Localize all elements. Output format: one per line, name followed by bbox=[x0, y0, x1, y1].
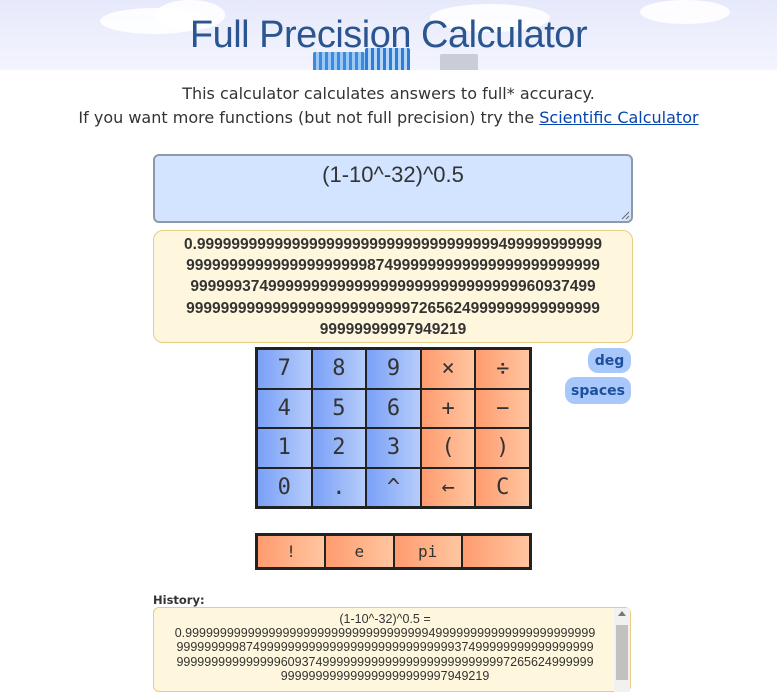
key-pi[interactable]: pi bbox=[393, 535, 462, 568]
key-3[interactable]: 3 bbox=[366, 428, 421, 468]
expression-input[interactable]: (1-10^-32)^0.5 bbox=[153, 154, 633, 223]
key-e[interactable]: e bbox=[325, 535, 394, 568]
resize-grip-icon[interactable] bbox=[620, 210, 630, 220]
result-output: 0.99999999999999999999999999999999999499… bbox=[153, 230, 633, 343]
key-minus[interactable]: − bbox=[475, 388, 530, 428]
history-line: 999999999999999999999997949219 bbox=[280, 668, 490, 683]
key-1[interactable]: 1 bbox=[257, 428, 312, 468]
intro-line-link: If you want more functions (but not full… bbox=[0, 108, 777, 127]
history-line: (1-10^-32)^0.5 = bbox=[339, 612, 431, 626]
key-4[interactable]: 4 bbox=[257, 388, 312, 428]
history-label: History: bbox=[153, 593, 205, 607]
key-0[interactable]: 0 bbox=[257, 467, 312, 507]
key-2[interactable]: 2 bbox=[311, 428, 367, 468]
key-power[interactable]: ^ bbox=[366, 467, 421, 507]
history-line: 0.99999999999999999999999999999999999499… bbox=[174, 626, 596, 641]
key-open-paren[interactable]: ( bbox=[420, 428, 476, 468]
key-divide[interactable]: ÷ bbox=[475, 349, 530, 389]
header-banner: Full Precision Calculator bbox=[0, 0, 777, 70]
key-multiply[interactable]: × bbox=[420, 349, 476, 389]
key-8[interactable]: 8 bbox=[311, 349, 367, 389]
page-title: Full Precision Calculator bbox=[189, 14, 588, 56]
key-decimal[interactable]: . bbox=[311, 467, 367, 507]
result-line: 0.99999999999999999999999999999999999499… bbox=[183, 236, 603, 253]
scroll-up-icon[interactable] bbox=[618, 611, 626, 616]
key-clear[interactable]: C bbox=[475, 467, 530, 507]
result-line: 9999993749999999999999999999999999999996… bbox=[190, 278, 596, 296]
key-factorial[interactable]: ! bbox=[257, 535, 326, 568]
spaces-toggle-button[interactable]: spaces bbox=[565, 377, 631, 404]
history-line: 9999999998749999999999999999999999999999… bbox=[176, 640, 594, 655]
result-line: 99999999997949219 bbox=[319, 320, 467, 338]
history-panel[interactable]: (1-10^-32)^0.5 = 0.999999999999999999999… bbox=[153, 607, 631, 692]
result-line: 9999999999999999999999999972656249999999… bbox=[186, 299, 600, 317]
deg-toggle-button[interactable]: deg bbox=[588, 348, 631, 373]
key-7[interactable]: 7 bbox=[257, 349, 312, 389]
intro-line: This calculator calculates answers to fu… bbox=[182, 84, 595, 103]
function-keys: ! e pi bbox=[255, 533, 532, 570]
key-6[interactable]: 6 bbox=[366, 388, 421, 428]
scientific-calculator-link[interactable]: Scientific Calculator bbox=[539, 108, 698, 127]
history-scroll-thumb[interactable] bbox=[616, 625, 628, 680]
key-close-paren[interactable]: ) bbox=[475, 428, 530, 468]
key-blank[interactable] bbox=[461, 535, 530, 568]
key-5[interactable]: 5 bbox=[311, 388, 367, 428]
key-plus[interactable]: + bbox=[420, 388, 476, 428]
key-9[interactable]: 9 bbox=[366, 349, 421, 389]
key-backspace[interactable]: ← bbox=[420, 467, 476, 507]
history-line: 9999999999999996093749999999999999999999… bbox=[176, 654, 594, 669]
intro-text: If you want more functions (but not full… bbox=[78, 108, 535, 127]
result-line: 9999999999999999999998749999999999999999… bbox=[186, 257, 600, 275]
keypad: 7 8 9 × ÷ 4 5 6 + − 1 2 3 ( ) 0 . ^ ← C bbox=[255, 347, 532, 509]
